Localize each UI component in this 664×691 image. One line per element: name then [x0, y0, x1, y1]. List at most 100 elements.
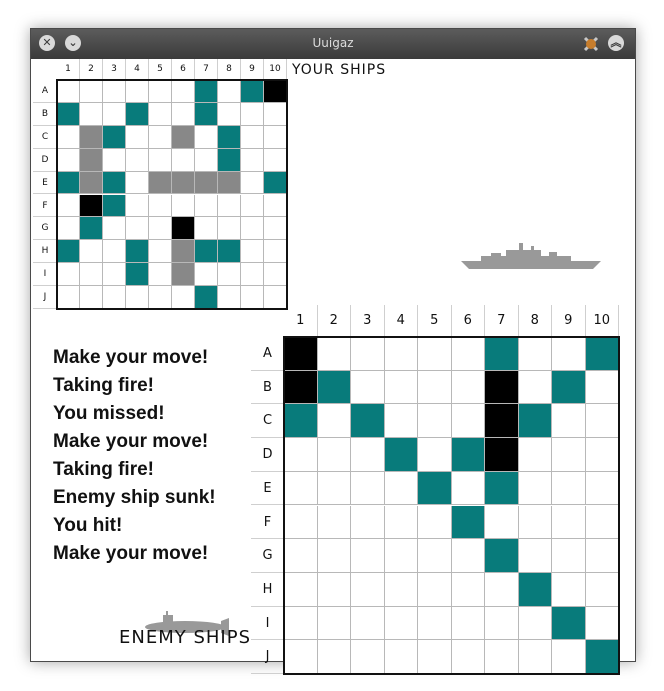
your-cell[interactable] — [195, 194, 218, 218]
enemy-cell[interactable] — [351, 438, 385, 472]
your-cell[interactable] — [241, 217, 264, 241]
enemy-cell[interactable] — [317, 572, 351, 607]
enemy-cell[interactable] — [518, 505, 552, 540]
enemy-cell[interactable] — [384, 404, 418, 439]
enemy-cell[interactable] — [585, 539, 619, 573]
enemy-cell[interactable] — [485, 404, 519, 439]
your-cell[interactable] — [149, 80, 172, 103]
your-cell[interactable] — [195, 240, 218, 264]
enemy-cell[interactable] — [485, 370, 519, 405]
chevrons-up-icon[interactable]: ︽ — [608, 35, 624, 51]
your-cell[interactable] — [172, 240, 195, 264]
your-cell[interactable] — [172, 286, 195, 309]
your-cell[interactable] — [149, 240, 172, 264]
enemy-cell[interactable] — [351, 539, 385, 573]
your-cell[interactable] — [195, 80, 218, 103]
enemy-cell[interactable] — [485, 471, 519, 506]
your-cell[interactable] — [241, 148, 264, 172]
enemy-cell[interactable] — [418, 471, 452, 506]
your-cell[interactable] — [80, 125, 103, 149]
your-cell[interactable] — [103, 217, 126, 241]
your-cell[interactable] — [218, 148, 241, 172]
your-cell[interactable] — [103, 263, 126, 287]
enemy-cell[interactable] — [418, 572, 452, 607]
your-cell[interactable] — [218, 171, 241, 195]
enemy-cell[interactable] — [351, 471, 385, 506]
your-cell[interactable] — [57, 217, 80, 241]
enemy-cell[interactable] — [518, 539, 552, 573]
enemy-cell[interactable] — [384, 606, 418, 641]
enemy-cell[interactable] — [351, 640, 385, 674]
enemy-cell[interactable] — [351, 370, 385, 405]
enemy-cell[interactable] — [451, 572, 485, 607]
enemy-cell[interactable] — [552, 370, 586, 405]
enemy-cell[interactable] — [384, 337, 418, 371]
enemy-cell[interactable] — [518, 572, 552, 607]
enemy-cell[interactable] — [485, 438, 519, 472]
your-cell[interactable] — [126, 80, 149, 103]
enemy-cell[interactable] — [384, 572, 418, 607]
enemy-cell[interactable] — [552, 640, 586, 674]
your-cell[interactable] — [172, 171, 195, 195]
your-cell[interactable] — [218, 286, 241, 309]
enemy-cell[interactable] — [585, 337, 619, 371]
enemy-cell[interactable] — [284, 640, 318, 674]
enemy-cell[interactable] — [485, 572, 519, 607]
your-cell[interactable] — [103, 286, 126, 309]
enemy-cell[interactable] — [552, 404, 586, 439]
your-cell[interactable] — [172, 102, 195, 126]
your-cell[interactable] — [241, 286, 264, 309]
enemy-cell[interactable] — [552, 606, 586, 641]
your-cell[interactable] — [149, 263, 172, 287]
enemy-cell[interactable] — [552, 539, 586, 573]
enemy-cell[interactable] — [317, 539, 351, 573]
enemy-cell[interactable] — [317, 404, 351, 439]
enemy-cell[interactable] — [451, 640, 485, 674]
your-cell[interactable] — [264, 194, 287, 218]
enemy-cell[interactable] — [451, 471, 485, 506]
your-cell[interactable] — [103, 125, 126, 149]
your-cell[interactable] — [241, 80, 264, 103]
enemy-cell[interactable] — [418, 404, 452, 439]
enemy-cell[interactable] — [485, 539, 519, 573]
your-cell[interactable] — [149, 125, 172, 149]
your-cell[interactable] — [126, 286, 149, 309]
your-cell[interactable] — [149, 171, 172, 195]
your-cell[interactable] — [103, 80, 126, 103]
your-cell[interactable] — [241, 125, 264, 149]
enemy-cell[interactable] — [384, 370, 418, 405]
enemy-cell[interactable] — [384, 471, 418, 506]
enemy-cell[interactable] — [585, 404, 619, 439]
enemy-cell[interactable] — [585, 370, 619, 405]
your-cell[interactable] — [218, 240, 241, 264]
your-cell[interactable] — [57, 102, 80, 126]
your-cell[interactable] — [264, 80, 287, 103]
your-cell[interactable] — [264, 263, 287, 287]
your-cell[interactable] — [80, 194, 103, 218]
enemy-cell[interactable] — [317, 471, 351, 506]
your-cell[interactable] — [195, 286, 218, 309]
your-cell[interactable] — [57, 80, 80, 103]
enemy-cell[interactable] — [284, 572, 318, 607]
your-cell[interactable] — [264, 148, 287, 172]
your-cell[interactable] — [195, 148, 218, 172]
your-cell[interactable] — [57, 240, 80, 264]
enemy-cell[interactable] — [418, 370, 452, 405]
your-cell[interactable] — [195, 217, 218, 241]
enemy-cell[interactable] — [284, 337, 318, 371]
your-cell[interactable] — [80, 217, 103, 241]
your-cell[interactable] — [126, 148, 149, 172]
your-cell[interactable] — [126, 171, 149, 195]
your-cell[interactable] — [241, 194, 264, 218]
enemy-cell[interactable] — [518, 404, 552, 439]
enemy-cell[interactable] — [317, 606, 351, 641]
your-cell[interactable] — [218, 125, 241, 149]
enemy-cell[interactable] — [351, 606, 385, 641]
enemy-cell[interactable] — [317, 640, 351, 674]
enemy-cell[interactable] — [485, 606, 519, 641]
your-cell[interactable] — [126, 263, 149, 287]
your-cell[interactable] — [172, 263, 195, 287]
enemy-cell[interactable] — [552, 572, 586, 607]
enemy-cell[interactable] — [384, 640, 418, 674]
enemy-cell[interactable] — [384, 539, 418, 573]
